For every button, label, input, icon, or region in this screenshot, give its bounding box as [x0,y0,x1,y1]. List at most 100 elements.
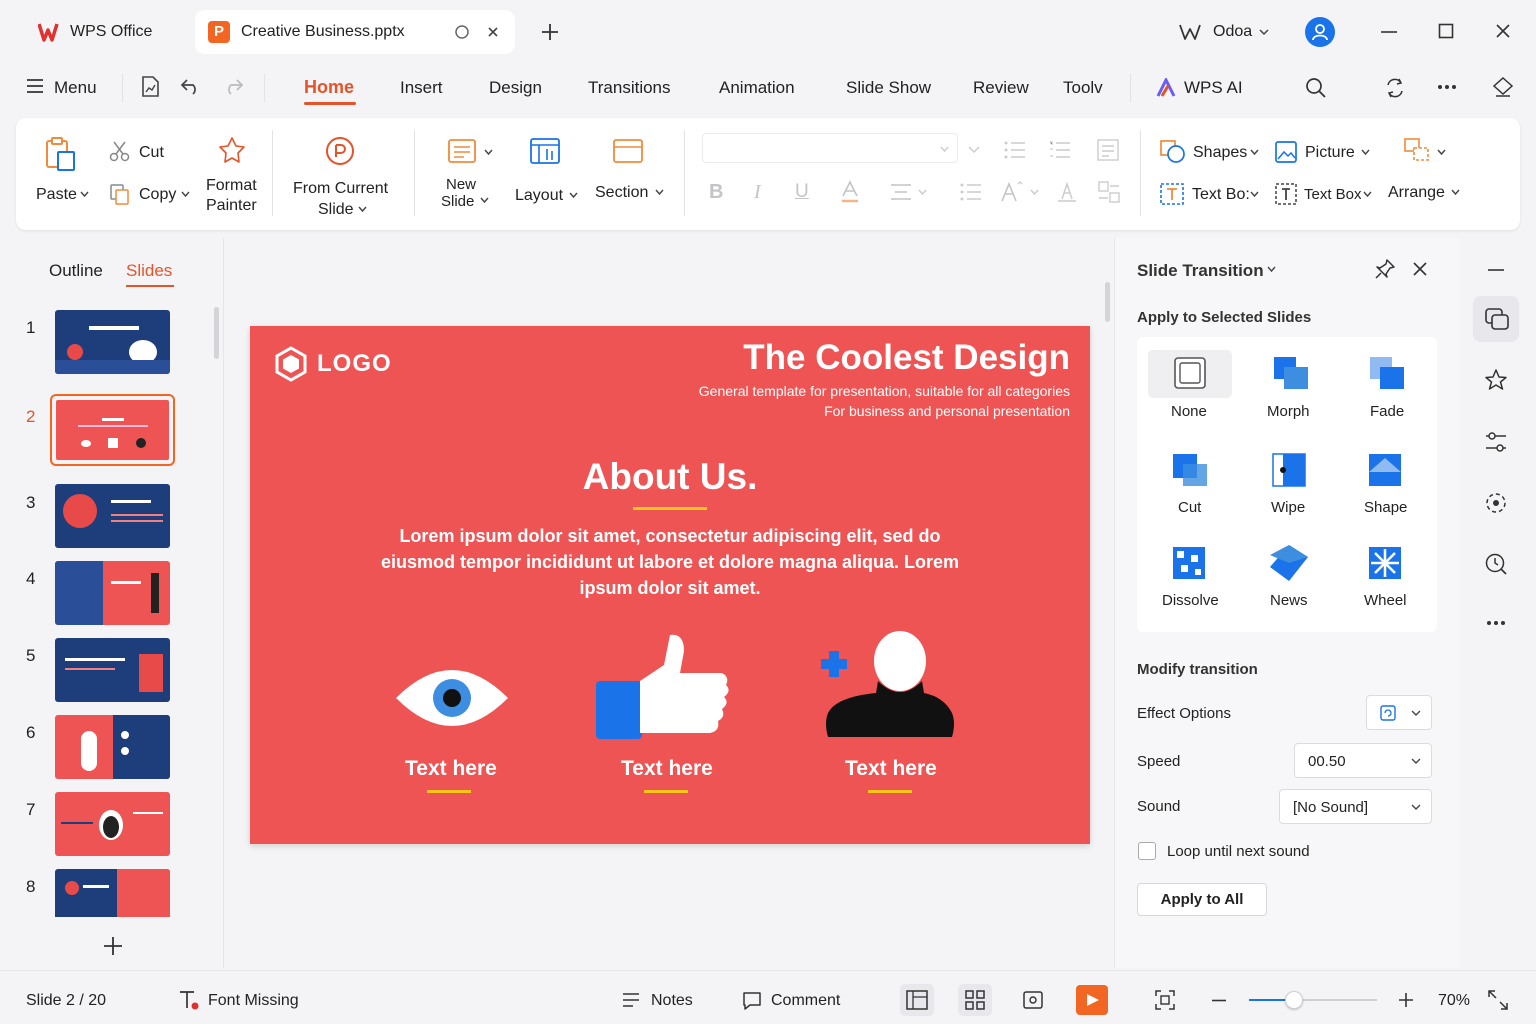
new-tab-plus-icon[interactable] [540,22,560,42]
font-missing-button[interactable]: Font Missing [208,992,299,1010]
caption-3[interactable]: Text here [845,757,937,781]
slide-thumbnail-5[interactable] [55,638,170,702]
from-current-slide-label[interactable]: From Current [293,180,388,198]
workspace-icon[interactable] [1178,23,1202,41]
effect-dissolve[interactable]: Dissolve [1162,592,1219,609]
slides-panel-scrollbar[interactable] [214,307,219,359]
add-user-icon[interactable] [820,631,956,741]
chevron-down-icon[interactable] [484,149,493,156]
picture-button[interactable]: Picture [1305,144,1355,162]
text-direction-icon[interactable] [1097,139,1119,161]
chevron-down-icon[interactable] [569,192,578,199]
effect-news[interactable]: News [1270,592,1308,609]
reading-view-icon[interactable] [1023,990,1043,1010]
play-slideshow-button[interactable] [1076,985,1108,1015]
more-options-icon[interactable] [1437,84,1457,90]
new-slide-label-2[interactable]: Slide [441,193,474,210]
layout-icon[interactable] [529,136,561,166]
add-slide-plus-icon[interactable] [103,936,123,956]
arrange-icon[interactable] [1404,138,1430,164]
maximize-icon[interactable] [1438,23,1454,39]
shape-transition-icon[interactable] [1367,452,1403,488]
from-current-slide-label-2[interactable]: Slide [318,201,354,219]
normal-view-icon[interactable] [906,990,928,1010]
none-transition-icon[interactable] [1173,356,1207,390]
copy-button[interactable]: Copy [139,186,176,204]
chevron-down-icon[interactable] [80,191,89,198]
text-box-vertical-icon[interactable] [1275,183,1297,205]
new-slide-label[interactable]: New [446,176,476,193]
format-painter-icon[interactable] [218,136,246,164]
section-button[interactable]: Section [595,184,648,202]
timer-search-icon[interactable] [1484,552,1508,576]
chevron-down-icon[interactable] [1437,149,1446,156]
minimize-icon[interactable] [1380,30,1398,34]
slide-thumbnail-3[interactable] [55,484,170,548]
wps-ai-icon[interactable] [1156,78,1178,98]
tab-slide-show[interactable]: Slide Show [846,78,931,98]
slide-title[interactable]: The Coolest Design [743,338,1070,378]
tab-animation[interactable]: Animation [719,78,795,98]
tab-home[interactable]: Home [304,77,354,98]
bold-icon[interactable]: B [709,181,723,204]
slide-thumbnail-8[interactable] [55,869,170,917]
fade-transition-icon[interactable] [1368,355,1406,391]
slide-heading[interactable]: About Us. [250,456,1090,498]
document-tab[interactable]: P Creative Business.pptx [195,10,515,54]
cut-button[interactable]: Cut [139,144,164,162]
chevron-down-icon[interactable] [940,146,949,153]
text-box-style-icon[interactable] [1098,181,1120,203]
layout-button[interactable]: Layout [515,187,563,205]
unsaved-dot-icon[interactable] [454,24,470,40]
fullscreen-icon[interactable] [1488,990,1508,1010]
wheel-transition-icon[interactable] [1367,545,1403,581]
clear-format-icon[interactable] [1056,181,1078,203]
chevron-down-icon[interactable] [1250,149,1259,156]
thumbs-up-icon[interactable] [594,631,730,741]
slide-editor[interactable]: LOGO The Coolest Design General template… [250,326,1090,844]
underline-icon[interactable]: U [795,181,809,203]
font-missing-icon[interactable] [178,989,200,1011]
hamburger-menu-icon[interactable] [26,78,44,94]
bullet-list-icon[interactable] [1004,140,1026,160]
effect-shape[interactable]: Shape [1364,499,1407,516]
transition-tool-icon[interactable] [1485,308,1509,330]
chevron-down-icon[interactable] [1451,189,1460,196]
numbered-list-icon[interactable] [1049,140,1071,160]
close-panel-icon[interactable] [1413,262,1427,276]
animation-tool-icon[interactable] [1484,491,1508,515]
notes-icon[interactable] [622,991,640,1009]
zoom-slider-track[interactable] [1249,991,1377,1009]
app-name[interactable]: WPS Office [70,23,152,41]
canvas-scrollbar[interactable] [1105,282,1110,322]
comment-button[interactable]: Comment [771,992,840,1010]
slide-subtitle-2[interactable]: For business and personal presentation [824,403,1070,419]
sound-dropdown[interactable]: [No Sound] [1279,789,1432,824]
menu-button[interactable]: Menu [54,78,97,98]
pin-icon[interactable] [1375,259,1395,279]
slide-thumbnail-4[interactable] [55,561,170,625]
new-slide-icon[interactable] [447,136,481,166]
search-icon[interactable] [1305,77,1327,99]
chevron-down-icon[interactable] [655,189,664,196]
arrange-button[interactable]: Arrange [1388,184,1445,202]
wipe-transition-icon[interactable] [1271,452,1307,488]
caption-2[interactable]: Text here [621,757,713,781]
text-box-icon[interactable] [1160,183,1184,205]
save-icon[interactable] [140,76,160,98]
tab-design[interactable]: Design [489,78,542,98]
zoom-out-icon[interactable] [1211,999,1227,1002]
effect-wheel[interactable]: Wheel [1364,592,1407,609]
cut-transition-icon[interactable] [1171,452,1209,488]
close-tab-icon[interactable] [487,26,499,38]
tab-tools[interactable]: Toolv [1063,78,1103,98]
zoom-in-icon[interactable] [1398,992,1414,1008]
tab-outline[interactable]: Outline [49,261,103,281]
font-color-icon[interactable] [840,180,860,204]
collapse-rail-icon[interactable] [1487,268,1505,272]
play-from-current-icon[interactable] [325,136,355,166]
effect-morph[interactable]: Morph [1267,403,1310,420]
effect-fade[interactable]: Fade [1370,403,1404,420]
format-painter-label[interactable]: Format [206,177,257,195]
slide-body-text[interactable]: Lorem ipsum dolor sit amet, consectetur … [370,523,970,601]
